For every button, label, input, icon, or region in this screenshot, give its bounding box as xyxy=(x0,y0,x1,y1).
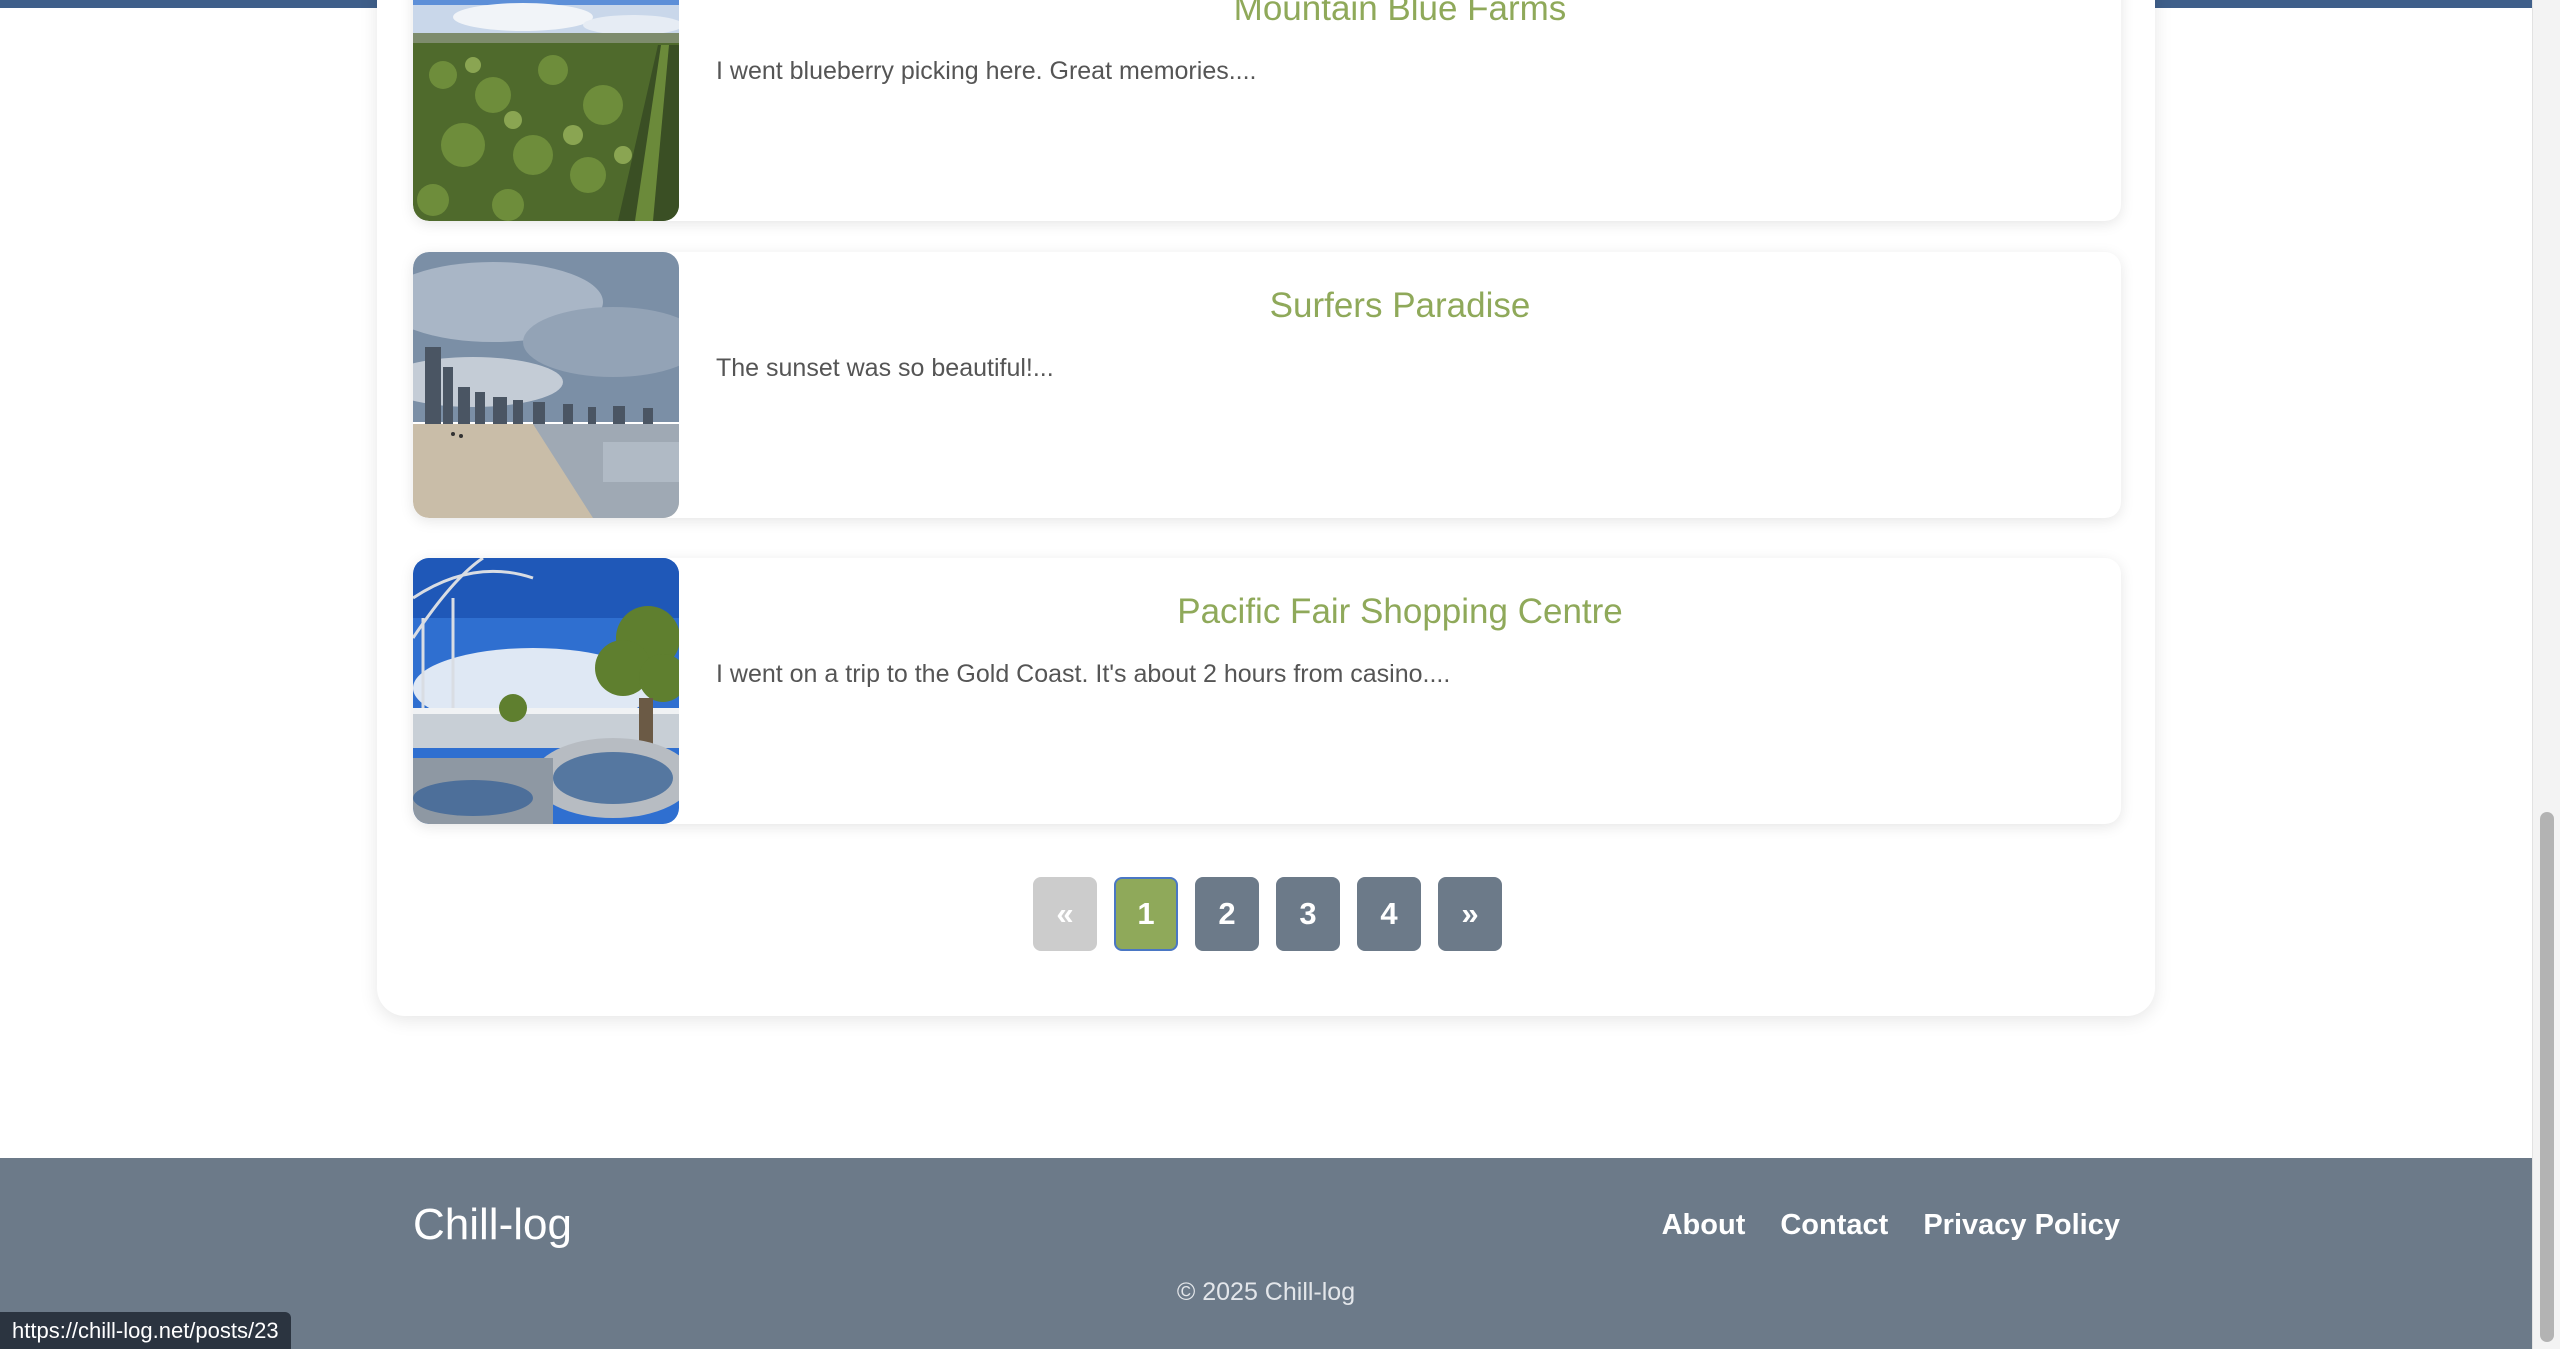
footer-link-about[interactable]: About xyxy=(1662,1209,1746,1242)
footer-nav: About Contact Privacy Policy xyxy=(1662,1209,2120,1242)
post-card[interactable]: Pacific Fair Shopping Centre I went on a… xyxy=(413,558,2121,824)
post-excerpt: I went on a trip to the Gold Coast. It's… xyxy=(716,660,1451,688)
post-excerpt: The sunset was so beautiful!... xyxy=(716,354,1054,382)
post-title-link[interactable]: Pacific Fair Shopping Centre xyxy=(1177,592,1623,631)
pagination-page-2[interactable]: 2 xyxy=(1195,877,1259,951)
blueberry-farm-photo xyxy=(413,0,679,221)
pagination: « 1 2 3 4 » xyxy=(1033,877,1502,951)
shopping-centre-photo xyxy=(413,558,679,824)
footer-link-contact[interactable]: Contact xyxy=(1780,1209,1888,1242)
status-bar-url: https://chill-log.net/posts/23 xyxy=(0,1312,291,1349)
pagination-page-4[interactable]: 4 xyxy=(1357,877,1421,951)
scrollbar-thumb[interactable] xyxy=(2540,812,2554,1342)
post-thumbnail-pacific-fair[interactable] xyxy=(413,558,679,824)
post-title[interactable]: Surfers Paradise xyxy=(679,286,2121,326)
pagination-next-button[interactable]: » xyxy=(1438,877,1502,951)
post-thumbnail-surfers-paradise[interactable] xyxy=(413,252,679,518)
pagination-page-3[interactable]: 3 xyxy=(1276,877,1340,951)
pagination-prev-button[interactable]: « xyxy=(1033,877,1097,951)
beach-skyline-photo xyxy=(413,252,679,518)
site-footer: Chill-log About Contact Privacy Policy ©… xyxy=(0,1158,2532,1349)
footer-copyright: © 2025 Chill-log xyxy=(1176,1278,1356,1306)
post-excerpt: I went blueberry picking here. Great mem… xyxy=(716,57,1257,85)
post-title-link[interactable]: Surfers Paradise xyxy=(1270,286,1531,325)
post-title[interactable]: Pacific Fair Shopping Centre xyxy=(679,592,2121,632)
post-card[interactable]: Mountain Blue Farms I went blueberry pic… xyxy=(413,0,2121,221)
footer-brand[interactable]: Chill-log xyxy=(413,1200,572,1250)
post-card[interactable]: Surfers Paradise The sunset was so beaut… xyxy=(413,252,2121,518)
post-title-link[interactable]: Mountain Blue Farms xyxy=(1234,0,1567,28)
post-title[interactable]: Mountain Blue Farms xyxy=(679,0,2121,29)
pagination-page-1[interactable]: 1 xyxy=(1114,877,1178,951)
footer-link-privacy-policy[interactable]: Privacy Policy xyxy=(1923,1209,2120,1242)
post-thumbnail-blueberry-farm[interactable] xyxy=(413,0,679,221)
